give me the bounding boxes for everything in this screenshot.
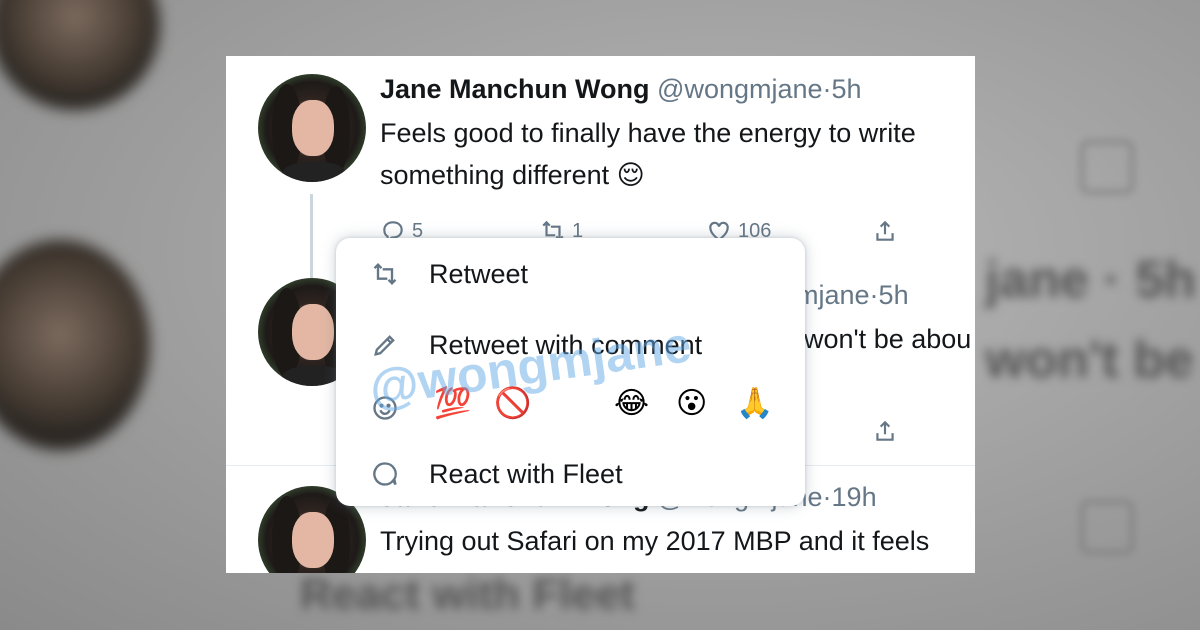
share-icon	[876, 220, 894, 241]
smiley-icon[interactable]	[370, 393, 400, 423]
backdrop-text: won't be ab	[985, 331, 1200, 389]
retweet-icon	[370, 259, 400, 289]
emoji-surprised[interactable]: 😮	[676, 386, 707, 421]
menu-item-label: Retweet	[429, 258, 529, 289]
emoji-prohibited[interactable]: 🚫	[494, 386, 531, 421]
menu-item-retweet-with-comment[interactable]: Retweet with comment	[336, 317, 805, 373]
tweet-text-line: something different 😌	[380, 160, 645, 190]
menu-item-label: Retweet with comment	[429, 329, 703, 360]
pencil-icon	[370, 330, 400, 360]
menu-item-label: React with Fleet	[429, 458, 623, 489]
emoji-tears-of-joy[interactable]: 😂	[614, 386, 649, 421]
user-handle[interactable]: mjane	[796, 280, 870, 310]
backdrop-text: jane · 5h	[985, 251, 1196, 309]
separator: ·	[822, 74, 832, 104]
emoji-folded-hands[interactable]: 🙏	[736, 386, 773, 421]
tweet-header: Jane Manchun Wong @wongmjane·5h	[380, 74, 862, 105]
share-icon	[876, 420, 894, 441]
tweet-text-line: Feels good to finally have the energy to…	[380, 118, 916, 148]
share-button[interactable]	[872, 418, 898, 444]
timestamp[interactable]: 5h	[879, 280, 909, 310]
backdrop-share-icon	[1080, 500, 1134, 554]
timestamp[interactable]: 19h	[832, 482, 877, 512]
share-button[interactable]	[872, 218, 898, 244]
tweet-text-line: Trying out Safari on my 2017 MBP and it …	[380, 526, 930, 556]
separator: ·	[869, 280, 879, 310]
avatar[interactable]	[258, 74, 366, 182]
fleet-circle-icon	[370, 459, 400, 489]
tweet-header: mjane·5h	[796, 280, 909, 311]
backdrop-share-icon	[1080, 140, 1134, 194]
menu-item-retweet[interactable]: Retweet	[336, 246, 805, 302]
emoji-hundred[interactable]: 💯	[434, 386, 471, 421]
retweet-menu: Retweet Retweet with comment 💯 🚫 😂 😮 🙏 R…	[336, 238, 805, 506]
user-handle[interactable]: @wongmjane	[657, 74, 823, 104]
emoji-reaction-row: 💯 🚫 😂 😮 🙏	[336, 380, 805, 436]
thread-line	[310, 194, 313, 284]
backdrop-text: React with Fleet	[300, 570, 635, 619]
separator: ·	[822, 482, 832, 512]
timestamp[interactable]: 5h	[832, 74, 862, 104]
display-name[interactable]: Jane Manchun Wong	[380, 74, 650, 104]
menu-item-react-with-fleet[interactable]: React with Fleet	[336, 446, 805, 502]
tweet-text-line: won't be abou	[804, 324, 972, 354]
